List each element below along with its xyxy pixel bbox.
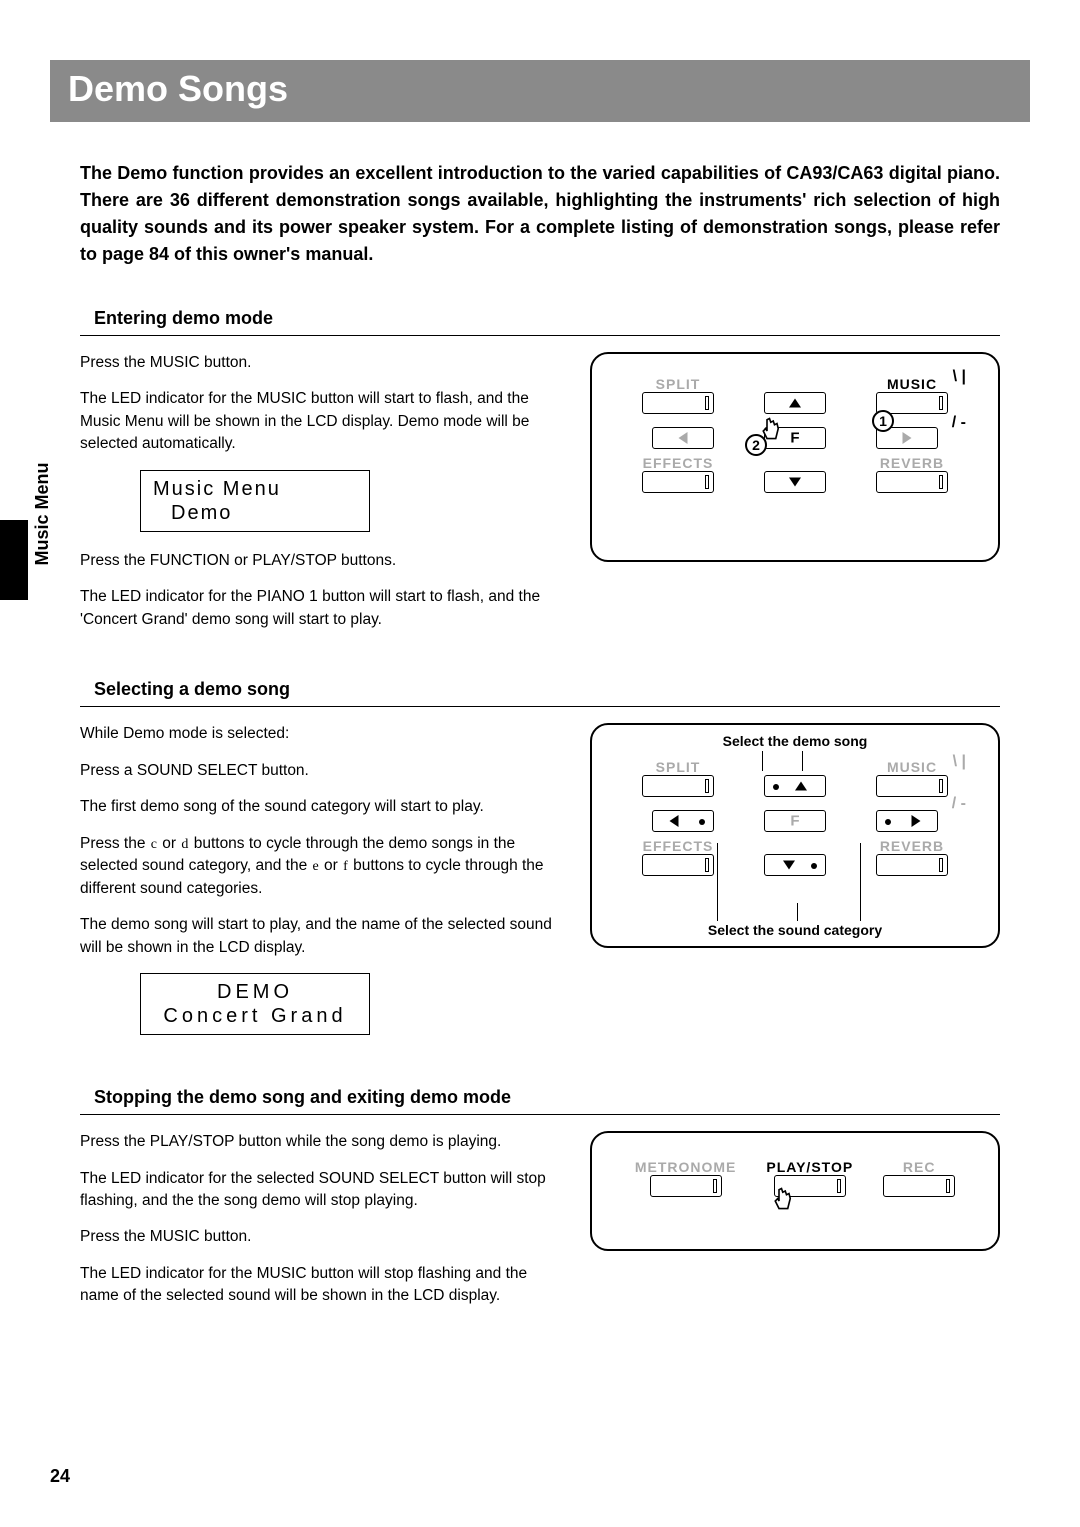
f-button: F 2 xyxy=(764,427,826,449)
lcd2-line2: Concert Grand xyxy=(153,1004,357,1028)
metronome-label: METRONOME xyxy=(635,1159,737,1175)
token-c: c xyxy=(150,835,158,855)
split-label-2: SPLIT xyxy=(642,759,714,775)
up-button-2 xyxy=(764,775,826,797)
reverb-button-2 xyxy=(876,854,948,876)
token-e: e xyxy=(312,857,320,877)
section2-p3: The first demo song of the sound categor… xyxy=(80,796,560,818)
split-label: SPLIT xyxy=(642,376,714,392)
section1-heading: Entering demo mode xyxy=(80,308,1000,336)
press-badge-1: 1 xyxy=(872,410,894,432)
rec-button xyxy=(883,1175,955,1197)
section2-p1: While Demo mode is selected: xyxy=(80,723,560,745)
down-button xyxy=(764,471,826,493)
music-label-2: MUSIC xyxy=(876,759,948,775)
section1-p4: The LED indicator for the PIANO 1 button… xyxy=(80,586,560,631)
button-panel-1: SPLIT X MUSIC 1 \ | / - F xyxy=(590,352,1000,562)
metronome-button xyxy=(650,1175,722,1197)
press-badge-2: 2 xyxy=(745,434,767,456)
left-button-2 xyxy=(652,810,714,832)
section3-p1: Press the PLAY/STOP button while the son… xyxy=(80,1131,560,1153)
section1-p2: The LED indicator for the MUSIC button w… xyxy=(80,388,560,455)
section2-p4: Press the c or d buttons to cycle throug… xyxy=(80,833,560,900)
lcd1-line2: Demo xyxy=(153,501,357,525)
intro-paragraph: The Demo function provides an excellent … xyxy=(50,160,1030,268)
section2-p2: Press a SOUND SELECT button. xyxy=(80,760,560,782)
caption-bottom: Select the sound category xyxy=(592,922,998,938)
section3-p2: The LED indicator for the selected SOUND… xyxy=(80,1168,560,1213)
right-button-2 xyxy=(876,810,938,832)
effects-button-2 xyxy=(642,854,714,876)
section3-p4: The LED indicator for the MUSIC button w… xyxy=(80,1263,560,1308)
page-title: Demo Songs xyxy=(68,68,288,109)
f-button-2: F xyxy=(764,810,826,832)
reverb-label-2: REVERB xyxy=(876,838,948,854)
effects-label-2: EFFECTS xyxy=(642,838,714,854)
page-title-bar: Demo Songs xyxy=(50,60,1030,122)
section3-heading: Stopping the demo song and exiting demo … xyxy=(80,1087,1000,1115)
split-button xyxy=(642,392,714,414)
flash-marks-3: \ | xyxy=(953,753,966,771)
lcd1-line1: Music Menu xyxy=(153,477,357,501)
music-button-2 xyxy=(876,775,948,797)
side-tab-black xyxy=(0,520,28,600)
reverb-button xyxy=(876,471,948,493)
section1-p3: Press the FUNCTION or PLAY/STOP buttons. xyxy=(80,550,560,572)
down-button-2 xyxy=(764,854,826,876)
music-label: MUSIC xyxy=(876,376,948,392)
section2-heading: Selecting a demo song xyxy=(80,679,1000,707)
lcd2-line1: DEMO xyxy=(153,980,357,1004)
hand-icon-2 xyxy=(769,1186,799,1216)
split-button-2 xyxy=(642,775,714,797)
section3-p3: Press the MUSIC button. xyxy=(80,1226,560,1248)
left-button xyxy=(652,427,714,449)
f-label: F xyxy=(790,430,799,447)
effects-button xyxy=(642,471,714,493)
lcd-display-2: DEMO Concert Grand xyxy=(140,973,370,1035)
playstop-button xyxy=(774,1175,846,1197)
button-panel-3: METRONOME PLAY/STOP REC xyxy=(590,1131,1000,1251)
playstop-label: PLAY/STOP xyxy=(766,1159,853,1175)
rec-label: REC xyxy=(883,1159,955,1175)
lcd-display-1: Music Menu Demo xyxy=(140,470,370,532)
section2-p5: The demo song will start to play, and th… xyxy=(80,914,560,959)
button-panel-2: Select the demo song SPLIT X MUSIC xyxy=(590,723,1000,948)
effects-label: EFFECTS xyxy=(642,455,714,471)
page-number: 24 xyxy=(50,1466,70,1487)
reverb-label: REVERB xyxy=(876,455,948,471)
caption-top: Select the demo song xyxy=(592,733,998,749)
section1-p1: Press the MUSIC button. xyxy=(80,352,560,374)
up-button xyxy=(764,392,826,414)
token-f: f xyxy=(342,857,349,877)
flash-marks-1: \ | xyxy=(953,368,966,386)
side-section-label: Music Menu xyxy=(32,414,53,614)
